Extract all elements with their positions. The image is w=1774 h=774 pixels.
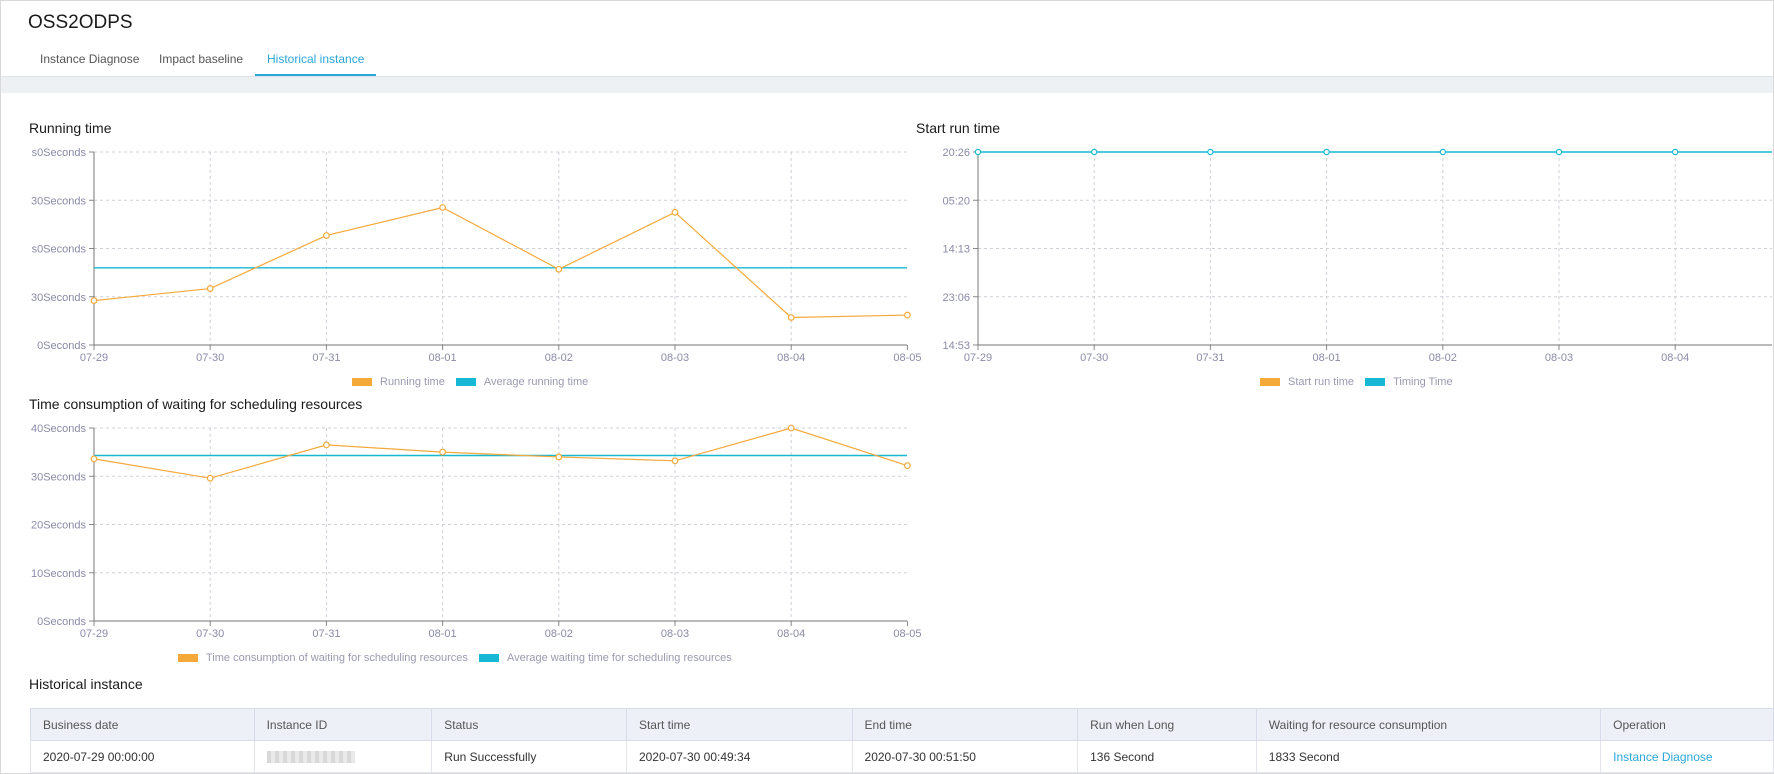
table-row: 2020-07-29 00:00:00 Run Successfully 202… [30, 740, 1774, 773]
legend-swatch-cyan [478, 654, 499, 663]
tab-instance-diagnose[interactable]: Instance Diagnose [28, 48, 151, 76]
content-separator [1, 76, 1773, 93]
page-title: OSS2ODPS [28, 12, 133, 33]
legend-label: Start run time [1288, 376, 1355, 388]
start-time-cell: 2020-07-30 00:49:34 [625, 740, 853, 773]
legend-swatch-cyan [1365, 378, 1386, 387]
legend-running-time[interactable]: Running time [352, 376, 445, 388]
legend-label: Running time [380, 376, 445, 388]
legend-label: Time consumption of waiting for scheduli… [206, 652, 468, 664]
operation-cell: Instance Diagnose [1600, 740, 1774, 773]
tab-historical-instance[interactable]: Historical instance [255, 48, 377, 76]
running-time-legend: Running time Average running time [352, 376, 596, 388]
waiting-time-legend: Time consumption of waiting for scheduli… [178, 652, 740, 664]
legend-swatch-orange [178, 654, 198, 663]
waiting-cell: 1833 Second [1255, 740, 1602, 773]
start-run-time-title: Start run time [916, 120, 1001, 136]
column-header: End time [851, 708, 1079, 741]
legend-label: Timing Time [1393, 376, 1453, 388]
column-header: Instance ID [253, 708, 433, 741]
legend-swatch-cyan [455, 378, 476, 387]
legend-swatch-orange [1260, 378, 1280, 387]
business-date-cell: 2020-07-29 00:00:00 [30, 740, 255, 773]
status-cell: Run Successfully [431, 740, 627, 773]
legend-start-run-time[interactable]: Start run time [1260, 376, 1354, 388]
legend-swatch-orange [352, 378, 372, 387]
column-header: Run when Long [1077, 708, 1257, 741]
start-run-time-legend: Start run time Timing Time [1260, 376, 1461, 388]
column-header: Waiting for resource consumption [1255, 708, 1602, 741]
waiting-time-title: Time consumption of waiting for scheduli… [29, 396, 363, 412]
column-header: Business date [30, 708, 255, 741]
redacted-instance-id [266, 751, 355, 764]
column-header: Start time [625, 708, 853, 741]
instance-diagnose-link[interactable]: Instance Diagnose [1613, 750, 1712, 764]
run-long-cell: 136 Second [1077, 740, 1257, 773]
legend-waiting-time[interactable]: Time consumption of waiting for scheduli… [178, 652, 468, 664]
running-time-title: Running time [29, 120, 112, 136]
tab-impact-baseline[interactable]: Impact baseline [147, 48, 255, 76]
end-time-cell: 2020-07-30 00:51:50 [851, 740, 1079, 773]
legend-timing-time[interactable]: Timing Time [1365, 376, 1453, 388]
instance-id-cell [253, 740, 433, 773]
table-header-row: Business date Instance ID Status Start t… [30, 708, 1774, 741]
historical-instance-title: Historical instance [29, 676, 143, 692]
legend-average-running-time[interactable]: Average running time [455, 376, 589, 388]
legend-label: Average waiting time for scheduling reso… [506, 652, 732, 664]
legend-label: Average running time [483, 376, 589, 388]
column-header: Operation [1600, 708, 1774, 741]
legend-average-waiting-time[interactable]: Average waiting time for scheduling reso… [478, 652, 732, 664]
column-header: Status [431, 708, 627, 741]
historical-instance-table: Business date Instance ID Status Start t… [30, 708, 1774, 773]
